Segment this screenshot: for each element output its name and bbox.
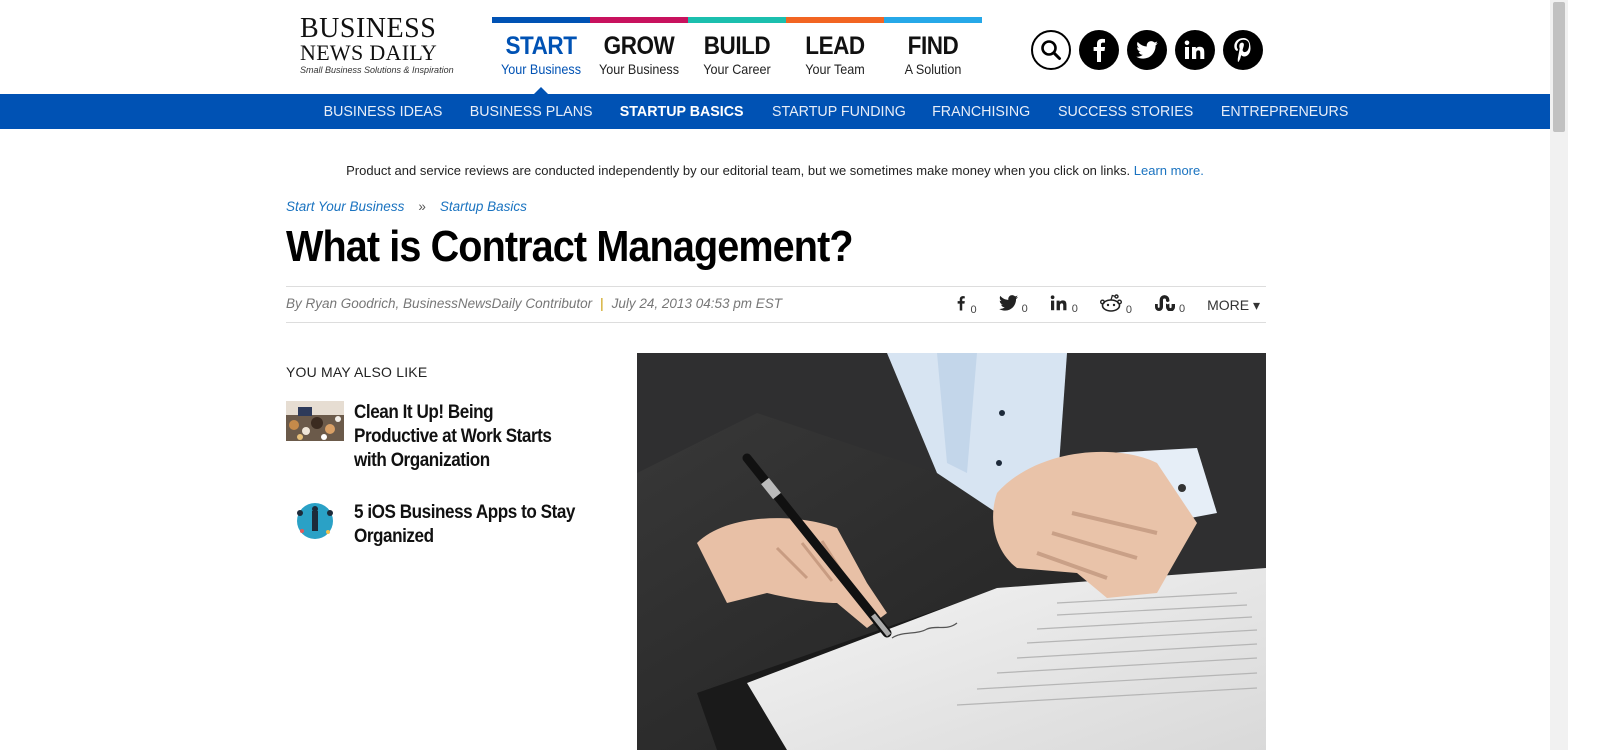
- pillar-find[interactable]: FIND A Solution: [884, 17, 982, 78]
- logo-tagline: Small Business Solutions & Inspiration: [300, 65, 454, 75]
- breadcrumb-item-start-your-business[interactable]: Start Your Business: [286, 199, 404, 214]
- pillar-nav: START Your Business GROW Your Business B…: [492, 17, 982, 98]
- pillar-subtitle: Your Business: [598, 61, 680, 77]
- stumbleupon-icon: [1154, 295, 1175, 316]
- pillar-title: FIND: [907, 32, 959, 60]
- related-thumbnail: [286, 401, 344, 441]
- related-title: 5 iOS Business Apps to Stay Organized: [354, 502, 575, 547]
- pillar-lead[interactable]: LEAD Your Team: [786, 17, 884, 78]
- article-title: What is Contract Management?: [286, 222, 854, 271]
- pillar-subtitle: Your Business: [500, 61, 582, 77]
- caret-down-icon: ▾: [1252, 297, 1260, 313]
- related-title: Clean It Up! Being Productive at Work St…: [354, 402, 552, 471]
- article-author[interactable]: By Ryan Goodrich, BusinessNewsDaily Cont…: [286, 296, 592, 311]
- pillar-subtitle: A Solution: [904, 61, 962, 77]
- search-icon[interactable]: [1031, 30, 1071, 70]
- related-thumbnail: [286, 501, 344, 541]
- facebook-icon[interactable]: [1079, 30, 1119, 70]
- pillar-title: LEAD: [805, 32, 865, 60]
- twitter-icon: [998, 295, 1018, 316]
- pillar-color-bar: [884, 17, 982, 23]
- category-nav-list: BUSINESS IDEAS BUSINESS PLANS STARTUP BA…: [310, 94, 1362, 129]
- nav-item-business-ideas[interactable]: BUSINESS IDEAS: [314, 94, 453, 129]
- pillar-color-bar: [688, 17, 786, 23]
- category-nav-bar: BUSINESS IDEAS BUSINESS PLANS STARTUP BA…: [0, 94, 1550, 129]
- more-share-options-button[interactable]: MORE ▾: [1207, 297, 1260, 314]
- share-stumbleupon-button[interactable]: 0: [1154, 295, 1185, 316]
- share-facebook-button[interactable]: 0: [956, 294, 977, 317]
- share-buttons: 0 0 0 0 0 MORE ▾: [956, 294, 1260, 317]
- related-heading: YOU MAY ALSO LIKE: [286, 364, 428, 380]
- site-logo[interactable]: BUSINESS NEWS DAILY Small Business Solut…: [300, 13, 460, 76]
- pillar-start[interactable]: START Your Business: [492, 17, 590, 98]
- nav-item-startup-funding[interactable]: STARTUP FUNDING: [762, 94, 916, 129]
- article-byline: By Ryan Goodrich, BusinessNewsDaily Cont…: [286, 296, 782, 311]
- reddit-icon: [1099, 294, 1122, 317]
- share-count: 0: [970, 304, 977, 316]
- share-reddit-button[interactable]: 0: [1099, 294, 1132, 317]
- pillar-build[interactable]: BUILD Your Career: [688, 17, 786, 78]
- logo-line-1: BUSINESS: [300, 13, 437, 44]
- share-linkedin-button[interactable]: 0: [1050, 295, 1078, 316]
- nav-item-franchising[interactable]: FRANCHISING: [923, 94, 1041, 129]
- pillar-title: BUILD: [703, 32, 771, 60]
- pillar-subtitle: Your Team: [805, 61, 865, 77]
- pillar-color-bar: [786, 17, 884, 23]
- logo-line-2: NEWS DAILY: [300, 40, 438, 65]
- pinterest-icon[interactable]: [1223, 30, 1263, 70]
- article-date: July 24, 2013 04:53 pm EST: [611, 296, 782, 311]
- linkedin-icon[interactable]: [1175, 30, 1215, 70]
- nav-item-business-plans[interactable]: BUSINESS PLANS: [460, 94, 603, 129]
- byline-divider: |: [600, 296, 604, 311]
- article-hero-image: [637, 353, 1266, 750]
- breadcrumb-separator: »: [418, 199, 426, 214]
- more-label: MORE: [1207, 297, 1250, 313]
- site-header: BUSINESS NEWS DAILY Small Business Solut…: [0, 0, 1550, 98]
- share-twitter-button[interactable]: 0: [998, 295, 1028, 316]
- scrollbar-thumb[interactable]: [1553, 2, 1565, 132]
- related-article[interactable]: 5 iOS Business Apps to Stay Organized: [286, 501, 606, 549]
- pillar-color-bar: [590, 17, 688, 23]
- related-article[interactable]: Clean It Up! Being Productive at Work St…: [286, 401, 606, 473]
- page-scrollbar[interactable]: [1550, 0, 1568, 750]
- learn-more-link[interactable]: Learn more.: [1134, 163, 1204, 178]
- pillar-title: START: [505, 32, 577, 60]
- breadcrumb: Start Your Business » Startup Basics: [286, 199, 527, 214]
- share-count: 0: [1125, 304, 1132, 316]
- nav-item-startup-basics[interactable]: STARTUP BASICS: [610, 94, 754, 129]
- nav-item-entrepreneurs[interactable]: ENTREPRENEURS: [1211, 94, 1358, 129]
- breadcrumb-item-startup-basics[interactable]: Startup Basics: [440, 199, 527, 214]
- share-count: 0: [1071, 303, 1078, 315]
- pillar-title: GROW: [603, 32, 675, 60]
- linkedin-icon: [1050, 295, 1068, 316]
- disclaimer-text: Product and service reviews are conducte…: [346, 163, 1131, 178]
- twitter-icon[interactable]: [1127, 30, 1167, 70]
- pillar-grow[interactable]: GROW Your Business: [590, 17, 688, 78]
- pillar-color-bar: [492, 17, 590, 23]
- header-social-icons: [1031, 30, 1263, 70]
- editorial-disclaimer: Product and service reviews are conducte…: [0, 163, 1550, 178]
- pillar-subtitle: Your Career: [703, 61, 771, 77]
- article-meta-bar: By Ryan Goodrich, BusinessNewsDaily Cont…: [286, 286, 1266, 323]
- share-count: 0: [1178, 303, 1186, 315]
- share-count: 0: [1021, 303, 1028, 315]
- facebook-icon: [956, 294, 966, 317]
- nav-item-success-stories[interactable]: SUCCESS STORIES: [1048, 94, 1203, 129]
